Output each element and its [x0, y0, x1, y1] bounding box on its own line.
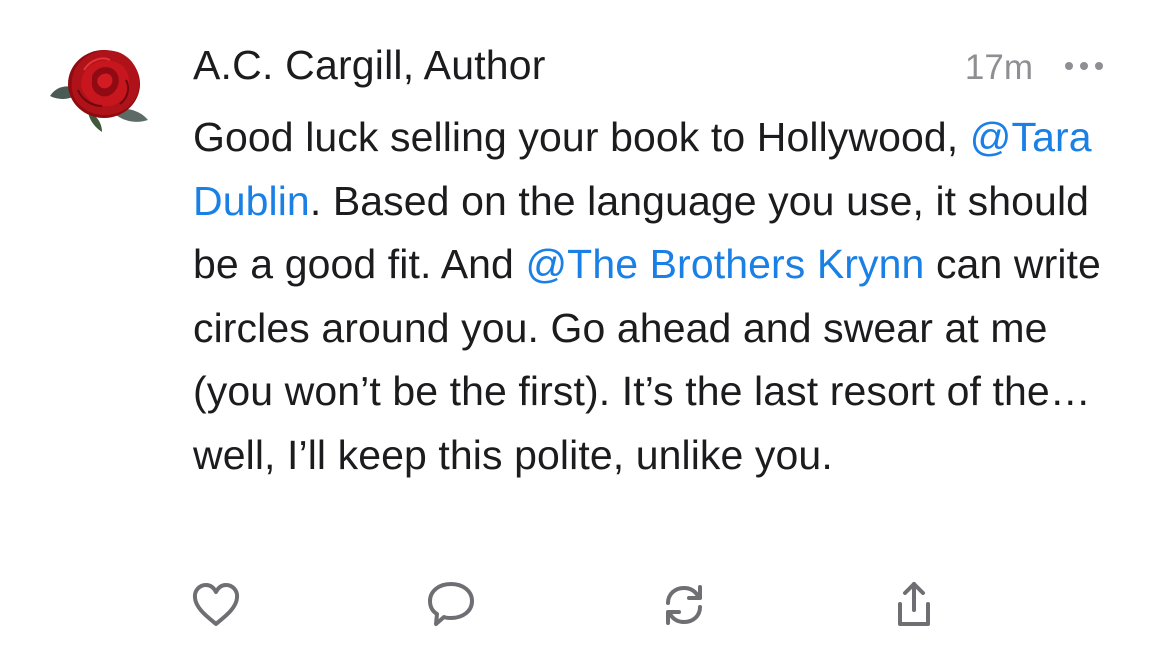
restack-button[interactable]	[654, 575, 714, 635]
more-options-button[interactable]	[1059, 44, 1109, 88]
share-button[interactable]	[884, 575, 944, 635]
reply-button[interactable]	[421, 575, 481, 635]
timestamp[interactable]: 17m	[965, 48, 1033, 88]
note-header: A.C. Cargill, Author 17m	[193, 42, 1113, 98]
comment-bubble-icon	[428, 582, 474, 626]
note-card: A.C. Cargill, Author 17m Good luck selli…	[0, 0, 1170, 672]
note-body: Good luck selling your book to Hollywood…	[193, 106, 1133, 488]
mention-link[interactable]: @The Brothers Krynn	[525, 241, 924, 287]
author-avatar[interactable]	[44, 40, 154, 136]
share-icon	[898, 582, 930, 626]
rose-avatar	[50, 50, 148, 132]
author-name[interactable]: A.C. Cargill, Author	[193, 42, 546, 89]
restack-icon	[666, 585, 702, 625]
action-bar	[0, 575, 1170, 635]
like-button[interactable]	[186, 575, 246, 635]
more-horizontal-icon	[1065, 62, 1103, 70]
heart-icon	[192, 583, 240, 626]
body-text-segment: Good luck selling your book to Hollywood…	[193, 114, 970, 160]
